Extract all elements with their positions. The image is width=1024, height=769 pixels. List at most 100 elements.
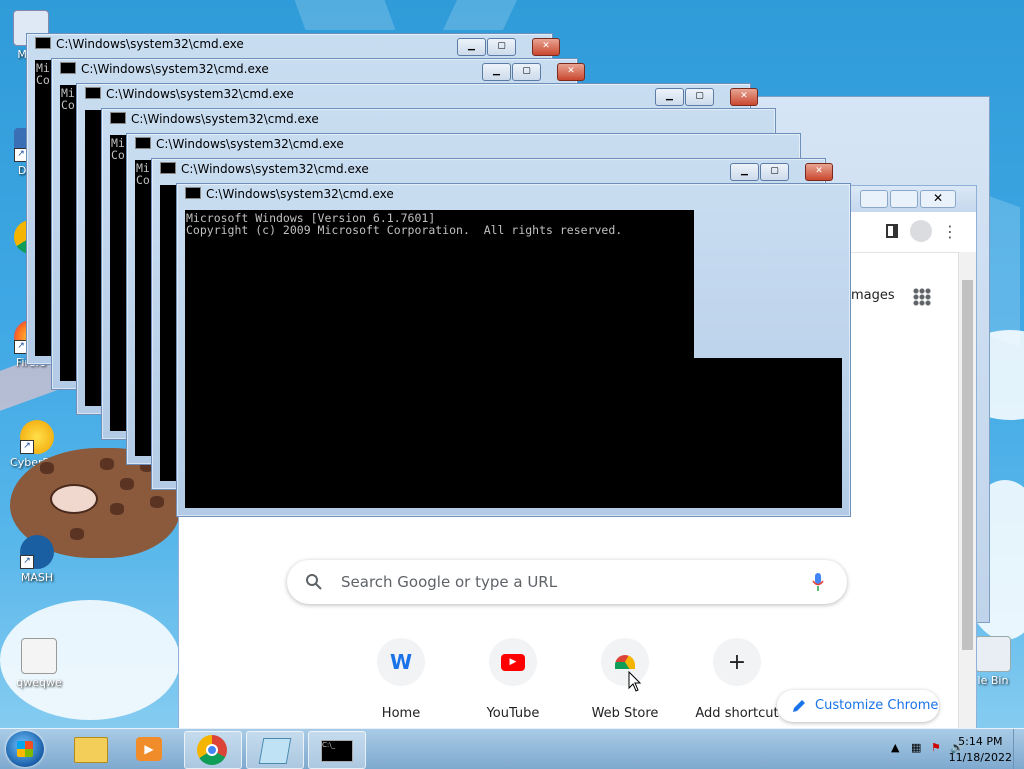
console-area[interactable]: Microsoft Windows [Version 6.1.7601] Cop… xyxy=(185,210,694,358)
shell-spot xyxy=(40,462,54,474)
show-hidden-icons-icon[interactable]: ▲ xyxy=(891,741,899,754)
maximize-button[interactable]: ▢ xyxy=(685,88,714,106)
minimize-button[interactable]: ▁ xyxy=(655,88,684,106)
minimize-button[interactable]: ▁ xyxy=(730,163,759,181)
shortcut-label: Home xyxy=(381,706,421,721)
shortcut-tile-add[interactable]: + Add shortcut xyxy=(687,634,787,721)
cmd-title-text: C:\Windows\system32\cmd.exe xyxy=(56,37,244,51)
microphone-icon[interactable] xyxy=(811,572,825,592)
start-button[interactable] xyxy=(6,731,44,767)
light-ray xyxy=(294,0,396,30)
clock-time: 5:14 PM xyxy=(958,735,1003,748)
images-link[interactable]: mages xyxy=(851,288,895,303)
cmd-icon: C:\_ xyxy=(321,740,353,762)
light-ray xyxy=(443,0,517,30)
taskbar-chrome[interactable] xyxy=(184,731,242,769)
shortcut-label: Add shortcut xyxy=(695,706,779,721)
side-panel-icon[interactable] xyxy=(886,224,898,238)
maximize-button[interactable]: ▢ xyxy=(760,163,789,181)
cmd-title: C:\Windows\system32\cmd.exe xyxy=(110,112,655,130)
cmd-title-text: C:\Windows\system32\cmd.exe xyxy=(181,162,369,176)
shortcut-arrow-icon: ↗ xyxy=(20,440,34,454)
desktop-icon-label: MASH xyxy=(20,571,54,584)
minimize-button[interactable]: ▁ xyxy=(457,38,486,56)
scrollbar-thumb[interactable] xyxy=(962,280,973,650)
cmd-icon xyxy=(135,137,151,149)
turtle-eye xyxy=(50,484,98,514)
minimize-button[interactable] xyxy=(860,190,888,208)
apps-grid-icon[interactable] xyxy=(913,288,931,306)
taskbar: ▶ C:\_ ▲ ▦ ⚑ 🔊 5:14 PM 11/18/2022 xyxy=(0,728,1024,769)
maximize-button[interactable]: ▢ xyxy=(512,63,541,81)
shortcut-tile-youtube[interactable]: ▶ YouTube xyxy=(463,634,563,721)
desktop-icon-label: le Bin xyxy=(977,674,1009,687)
chrome-center-dot xyxy=(206,744,218,756)
shortcut-tile-home[interactable]: W Home xyxy=(351,634,451,721)
shell-spot xyxy=(70,528,84,540)
shortcut-arrow-icon: ↗ xyxy=(20,555,34,569)
cmd-title-text: C:\Windows\system32\cmd.exe xyxy=(206,187,394,201)
menu-kebab-icon[interactable]: ⋮ xyxy=(942,222,958,241)
mouse-cursor-icon xyxy=(628,671,642,692)
cmd-title: C:\Windows\system32\cmd.exe xyxy=(60,62,457,80)
customize-chrome-button[interactable]: Customize Chrome xyxy=(777,690,939,722)
cmd-title: C:\Windows\system32\cmd.exe xyxy=(185,187,730,205)
cmd-icon xyxy=(185,187,201,199)
cmd-window-active[interactable]: C:\Windows\system32\cmd.exe Microsoft Wi… xyxy=(176,183,851,517)
clock[interactable]: 5:14 PM 11/18/2022 xyxy=(949,734,1012,766)
clock-date: 11/18/2022 xyxy=(948,751,1012,764)
cmd-icon xyxy=(110,112,126,124)
minimize-button[interactable]: ▁ xyxy=(482,63,511,81)
desktop-icon-label: qweqwe xyxy=(16,676,62,689)
cmd-icon xyxy=(35,37,51,49)
window-controls: ✕ xyxy=(860,190,956,208)
chrome-icon xyxy=(197,735,227,765)
window-controls xyxy=(899,105,979,119)
desktop-icon-qweqwe[interactable]: qweqwe xyxy=(8,638,70,689)
notepad-icon xyxy=(258,738,292,764)
customize-label: Customize Chrome xyxy=(815,698,939,713)
taskbar-media-player[interactable]: ▶ xyxy=(122,731,178,767)
shell-spot xyxy=(100,458,114,470)
taskbar-explorer[interactable] xyxy=(62,731,118,767)
cmd-title: C:\Windows\system32\cmd.exe xyxy=(85,87,630,105)
cmd-title-text: C:\Windows\system32\cmd.exe xyxy=(106,87,294,101)
network-icon[interactable]: ▦ xyxy=(911,741,921,754)
cmd-title: C:\Windows\system32\cmd.exe xyxy=(135,137,680,155)
page-scrollbar[interactable] xyxy=(958,252,976,731)
cmd-title-text: C:\Windows\system32\cmd.exe xyxy=(131,112,319,126)
cmd-title-text: C:\Windows\system32\cmd.exe xyxy=(81,62,269,76)
cmd-icon xyxy=(60,62,76,74)
close-button[interactable]: ✕ xyxy=(805,163,833,181)
plus-icon: + xyxy=(713,638,761,686)
maximize-button[interactable]: ▢ xyxy=(487,38,516,56)
maximize-button[interactable] xyxy=(890,190,918,208)
shortcut-tile-web-store[interactable]: Web Store xyxy=(575,634,675,721)
close-button[interactable]: ✕ xyxy=(920,190,956,208)
search-box[interactable]: Search Google or type a URL xyxy=(287,560,847,604)
cmd-icon xyxy=(160,162,176,174)
close-button[interactable]: ✕ xyxy=(730,88,758,106)
shortcut-label: YouTube xyxy=(486,706,540,721)
show-desktop-button[interactable] xyxy=(1013,729,1024,769)
mash-icon: ↗ xyxy=(20,535,54,569)
console-area-lower xyxy=(185,358,842,508)
cmd-title-text: C:\Windows\system32\cmd.exe xyxy=(156,137,344,151)
search-icon xyxy=(306,574,322,590)
action-center-icon[interactable]: ⚑ xyxy=(931,741,941,754)
shell-spot xyxy=(110,503,124,515)
w-icon: W xyxy=(377,638,425,686)
taskbar-cmd[interactable]: C:\_ xyxy=(308,731,366,769)
close-button[interactable]: ✕ xyxy=(557,63,585,81)
console-text: Microsoft Windows [Version 6.1.7601] Cop… xyxy=(186,211,623,237)
desktop-icon-mash[interactable]: ↗ MASH xyxy=(6,535,68,584)
shell-spot xyxy=(150,496,164,508)
profile-avatar-icon[interactable] xyxy=(910,220,932,242)
taskbar-notepad[interactable] xyxy=(246,731,304,769)
close-button[interactable]: ✕ xyxy=(532,38,560,56)
shortcut-label: Web Store xyxy=(591,706,659,721)
cmd-title: C:\Windows\system32\cmd.exe xyxy=(35,37,432,55)
cmd-title: C:\Windows\system32\cmd.exe xyxy=(160,162,705,180)
cyberbud-icon: ↗ xyxy=(20,420,54,454)
settings-file-icon xyxy=(21,638,57,674)
